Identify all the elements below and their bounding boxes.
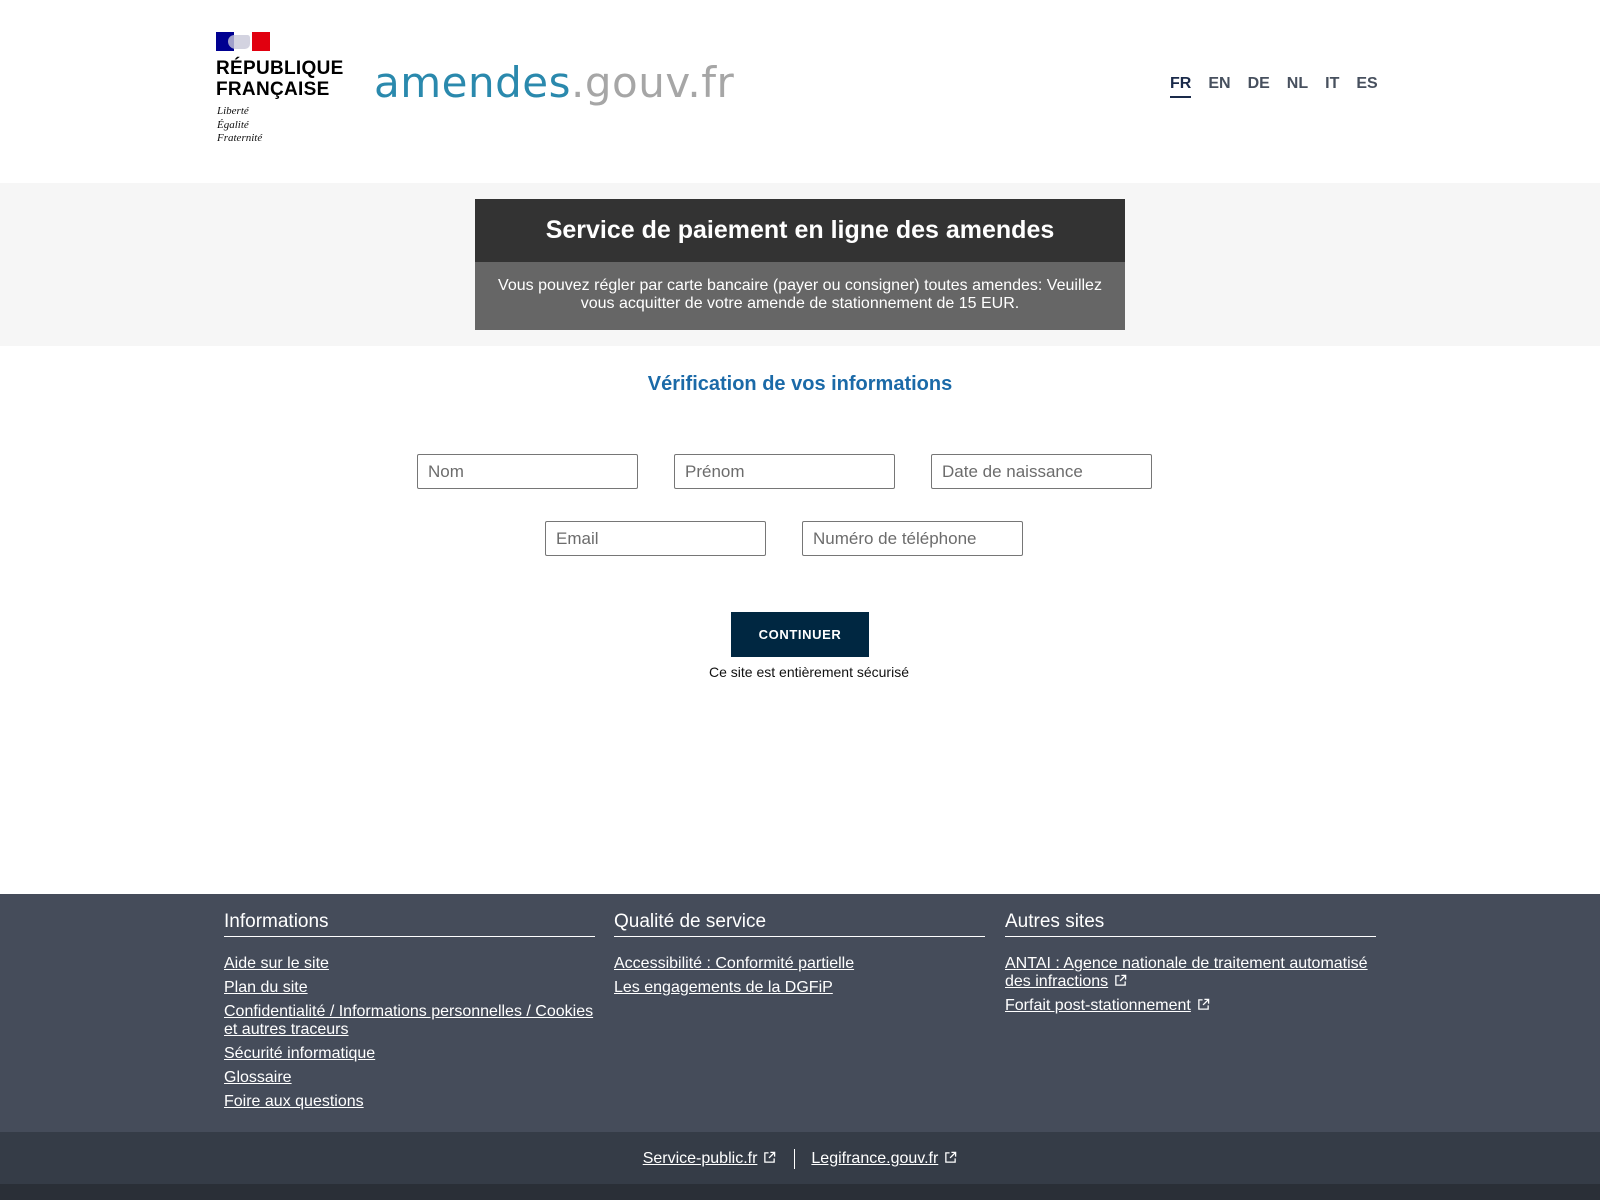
legifrance-label: Legifrance.gouv.fr <box>811 1150 939 1167</box>
site-name-part1: amendes <box>374 58 571 107</box>
language-es[interactable]: ES <box>1356 74 1377 98</box>
continue-button[interactable]: CONTINUER <box>731 612 869 657</box>
service-public-link[interactable]: Service-public.fr <box>643 1150 777 1168</box>
republic-motto: Liberté Égalité Fraternité <box>217 105 262 146</box>
site-name-part2: .gouv.fr <box>571 58 735 107</box>
external-link-icon <box>1115 974 1127 986</box>
prenom-field[interactable] <box>674 454 895 489</box>
banner-text-line-2: vous acquitter de votre amende de statio… <box>580 295 1020 312</box>
motto-liberte: Liberté <box>217 105 249 117</box>
republic-line-1: RÉPUBLIQUE <box>216 58 344 79</box>
footer-autres-heading: Autres sites <box>1005 910 1376 937</box>
footer-bottom-links: Service-public.fr Legifrance.gouv.fr <box>0 1149 1600 1169</box>
motto-fraternite: Fraternité <box>217 132 263 144</box>
language-de[interactable]: DE <box>1248 74 1270 98</box>
banner-text-line-1: Vous pouvez régler par carte bancaire (p… <box>498 277 1102 294</box>
secure-site-note: Ce site est entièrement sécurisé <box>709 664 909 680</box>
republique-francaise-logo[interactable]: RÉPUBLIQUE FRANÇAISE Liberté Égalité Fra… <box>216 32 346 147</box>
republique-francaise-name: RÉPUBLIQUE FRANÇAISE <box>216 58 344 100</box>
service-public-label: Service-public.fr <box>642 1150 758 1167</box>
footer-link-engagements[interactable]: Les engagements de la DGFiP <box>614 979 985 997</box>
telephone-field[interactable] <box>802 521 1023 556</box>
footer-qualite-heading: Qualité de service <box>614 910 985 937</box>
banner-text: Vous pouvez régler par carte bancaire (p… <box>475 262 1125 330</box>
marianne-flag-icon <box>216 32 270 51</box>
nom-field[interactable] <box>417 454 638 489</box>
form-title: Vérification de vos informations <box>647 373 953 395</box>
external-link-icon <box>1198 998 1210 1010</box>
footer-qualite: Qualité de service Accessibilité : Confo… <box>614 910 985 1003</box>
language-selector: FR EN DE NL IT ES <box>1170 74 1395 98</box>
site-header: RÉPUBLIQUE FRANÇAISE Liberté Égalité Fra… <box>0 0 1600 183</box>
footer-informations-heading: Informations <box>224 910 595 937</box>
language-en[interactable]: EN <box>1208 74 1230 98</box>
footer-link-faq[interactable]: Foire aux questions <box>224 1093 595 1111</box>
footer-link-securite[interactable]: Sécurité informatique <box>224 1045 595 1063</box>
site-footer: Informations Aide sur le site Plan du si… <box>0 894 1600 1132</box>
footer-link-glossaire[interactable]: Glossaire <box>224 1069 595 1087</box>
republic-line-2: FRANÇAISE <box>216 79 330 100</box>
language-it[interactable]: IT <box>1325 74 1339 98</box>
legifrance-link[interactable]: Legifrance.gouv.fr <box>811 1150 957 1168</box>
footer-link-fps[interactable]: Forfait post-stationnement <box>1005 997 1376 1015</box>
date-naissance-field[interactable] <box>931 454 1152 489</box>
footer-link-fps-label: Forfait post-stationnement <box>1005 997 1191 1014</box>
footer-autres-sites: Autres sites ANTAI : Agence nationale de… <box>1005 910 1376 1021</box>
external-link-icon <box>764 1151 776 1163</box>
footer-bottom-separator <box>794 1149 796 1169</box>
footer-edge <box>0 1184 1600 1200</box>
external-link-icon <box>945 1151 957 1163</box>
footer-link-antai-label: ANTAI : Agence nationale de traitement a… <box>1005 955 1368 990</box>
footer-bottom-bar: Service-public.fr Legifrance.gouv.fr <box>0 1132 1600 1184</box>
footer-informations: Informations Aide sur le site Plan du si… <box>224 910 595 1117</box>
footer-link-aide[interactable]: Aide sur le site <box>224 955 595 973</box>
site-name-logo[interactable]: amendes.gouv.fr <box>374 58 734 108</box>
language-fr[interactable]: FR <box>1170 74 1192 98</box>
footer-link-confidentialite[interactable]: Confidentialité / Informations personnel… <box>224 1003 595 1039</box>
language-nl[interactable]: NL <box>1287 74 1308 98</box>
footer-link-accessibilite[interactable]: Accessibilité : Conformité partielle <box>614 955 985 973</box>
footer-link-antai[interactable]: ANTAI : Agence nationale de traitement a… <box>1005 955 1376 991</box>
email-field[interactable] <box>545 521 766 556</box>
footer-link-plan[interactable]: Plan du site <box>224 979 595 997</box>
motto-egalite: Égalité <box>217 118 249 131</box>
service-banner: Service de paiement en ligne des amendes… <box>475 199 1125 330</box>
banner-title: Service de paiement en ligne des amendes <box>475 199 1125 262</box>
